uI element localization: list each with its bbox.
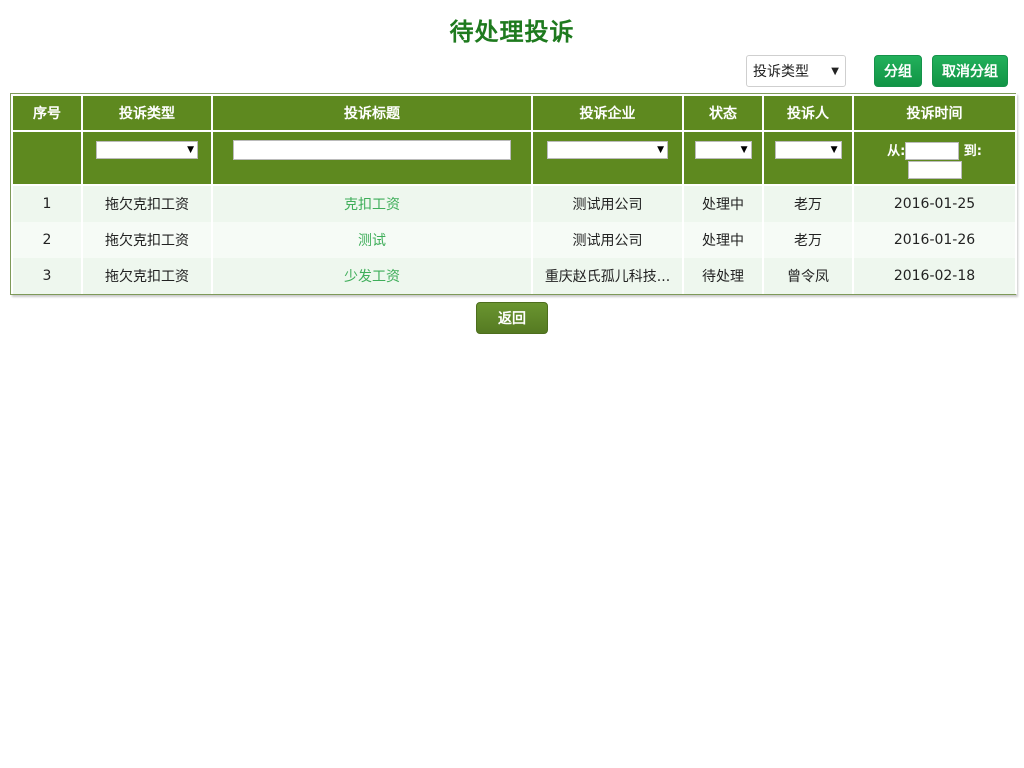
complaint-title-link[interactable]: 少发工资	[344, 269, 400, 285]
return-button[interactable]: 返回	[476, 302, 548, 334]
cell-time: 2016-01-25	[852, 185, 1017, 222]
cell-complainant: 老万	[762, 185, 854, 222]
cell-status: 处理中	[682, 222, 764, 258]
cell-status: 处理中	[682, 185, 764, 222]
cell-complainant: 老万	[762, 222, 854, 258]
filter-type-cell: ▼	[81, 130, 213, 186]
cell-company: 测试用公司	[531, 222, 684, 258]
status-filter-select[interactable]: ▼	[694, 141, 752, 159]
cell-index: 1	[11, 185, 83, 222]
cell-time: 2016-02-18	[852, 258, 1017, 294]
table-row: 1 拖欠克扣工资 克扣工资 测试用公司 处理中 老万 2016-01-25	[11, 185, 1017, 222]
header-type: 投诉类型	[81, 94, 213, 132]
complaints-table: 序号 投诉类型 投诉标题 投诉企业 状态 投诉人 投诉时间 ▼ ▼ ▼ ▼ 从:…	[10, 93, 1017, 295]
ungroup-button[interactable]: 取消分组	[932, 55, 1008, 87]
filter-title-cell	[211, 130, 533, 186]
cell-status: 待处理	[682, 258, 764, 294]
date-to-input[interactable]	[907, 161, 962, 179]
date-from-input[interactable]	[905, 142, 960, 160]
chevron-down-icon: ▼	[187, 145, 194, 155]
cell-type: 拖欠克扣工资	[81, 258, 213, 294]
complaint-title-link[interactable]: 克扣工资	[344, 197, 400, 213]
filter-status-cell: ▼	[682, 130, 764, 186]
cell-time: 2016-01-26	[852, 222, 1017, 258]
chevron-down-icon: ▼	[831, 65, 839, 77]
filter-company-cell: ▼	[531, 130, 684, 186]
table-row: 2 拖欠克扣工资 测试 测试用公司 处理中 老万 2016-01-26	[11, 222, 1017, 258]
company-filter-select[interactable]: ▼	[547, 141, 668, 159]
toolbar: 投诉类型 ▼ 分组 取消分组	[746, 55, 1008, 87]
date-from-label: 从:	[887, 144, 906, 159]
header-complainant: 投诉人	[762, 94, 854, 132]
cell-title: 少发工资	[211, 258, 533, 294]
header-company: 投诉企业	[531, 94, 684, 132]
filter-row: ▼ ▼ ▼ ▼ 从: 到:	[11, 130, 1017, 186]
cell-company: 测试用公司	[531, 185, 684, 222]
title-filter-input[interactable]	[233, 140, 511, 160]
chevron-down-icon: ▼	[830, 145, 838, 155]
cell-title: 测试	[211, 222, 533, 258]
cell-type: 拖欠克扣工资	[81, 222, 213, 258]
cell-complainant: 曾令凤	[762, 258, 854, 294]
header-status: 状态	[682, 94, 764, 132]
cell-index: 2	[11, 222, 83, 258]
group-by-select-value: 投诉类型	[753, 64, 809, 80]
chevron-down-icon: ▼	[657, 145, 664, 155]
header-title: 投诉标题	[211, 94, 533, 132]
header-time: 投诉时间	[852, 94, 1017, 132]
cell-index: 3	[11, 258, 83, 294]
header-index: 序号	[11, 94, 83, 132]
type-filter-select[interactable]: ▼	[96, 141, 198, 159]
complaint-title-link[interactable]: 测试	[358, 233, 386, 249]
filter-time-cell: 从: 到:	[852, 130, 1017, 186]
date-to-label: 到:	[963, 144, 982, 159]
chevron-down-icon: ▼	[740, 145, 748, 155]
complainant-filter-select[interactable]: ▼	[774, 141, 842, 159]
group-button[interactable]: 分组	[874, 55, 922, 87]
page-title: 待处理投诉	[449, 18, 575, 46]
group-by-select[interactable]: 投诉类型 ▼	[746, 55, 846, 87]
table-row: 3 拖欠克扣工资 少发工资 重庆赵氏孤儿科技... 待处理 曾令凤 2016-0…	[11, 258, 1017, 294]
filter-index-cell	[11, 130, 83, 186]
cell-title: 克扣工资	[211, 185, 533, 222]
cell-type: 拖欠克扣工资	[81, 185, 213, 222]
table-header-row: 序号 投诉类型 投诉标题 投诉企业 状态 投诉人 投诉时间	[11, 94, 1017, 132]
filter-complainant-cell: ▼	[762, 130, 854, 186]
cell-company: 重庆赵氏孤儿科技...	[531, 258, 684, 294]
